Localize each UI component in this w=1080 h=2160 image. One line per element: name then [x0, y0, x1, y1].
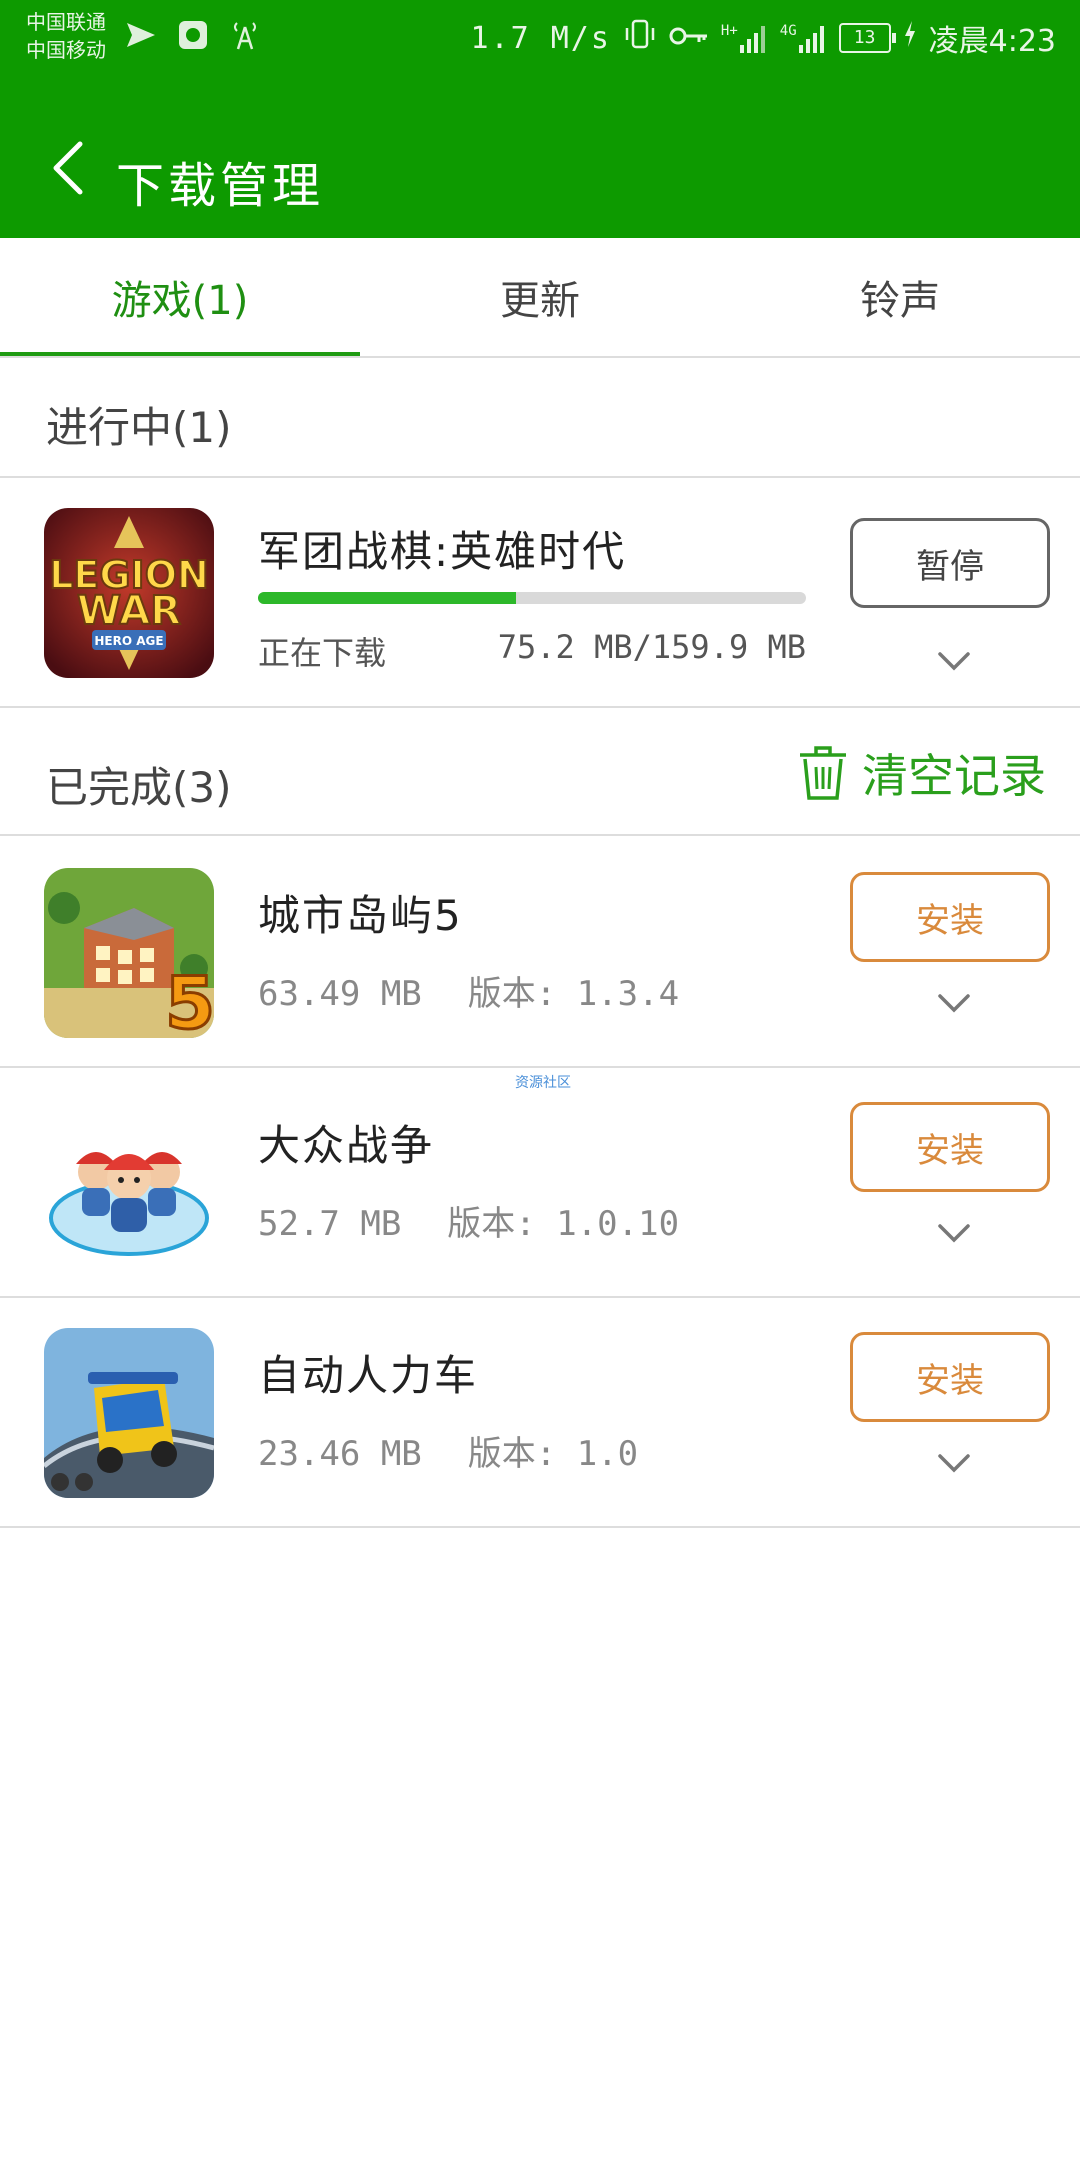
tab-bar: 游戏(1) 更新 铃声: [0, 238, 1080, 358]
app-name: 军团战棋:英雄时代: [258, 527, 627, 576]
app-meta: 23.46 MB 版本: 1.0: [258, 1426, 638, 1475]
signal-1-icon: H+: [721, 23, 768, 53]
app-name: 城市岛屿5: [258, 891, 463, 940]
status-bar: 中国联通 中国移动 1.7 M/s H+ 4G 13 凌晨4:23: [0, 0, 1080, 74]
chevron-down-icon[interactable]: [934, 646, 974, 676]
chevron-down-icon[interactable]: [934, 1448, 974, 1478]
completed-title: 已完成(3): [46, 763, 232, 812]
legion-war-icon: LEGION WAR HERO AGE: [44, 508, 214, 678]
status-right: 1.7 M/s H+ 4G 13 凌晨4:23: [470, 16, 1056, 60]
tuktuk-icon: [44, 1328, 214, 1498]
network-speed: 1.7 M/s: [470, 20, 611, 56]
people-war-icon: [44, 1098, 214, 1268]
app-size: 52.7 MB: [258, 1204, 402, 1244]
page-title: 下载管理: [116, 158, 325, 214]
chevron-down-icon[interactable]: [934, 1218, 974, 1248]
tab-ringtones[interactable]: 铃声: [720, 238, 1080, 356]
battery-icon: 13: [838, 23, 896, 53]
carrier-info: 中国联通 中国移动: [26, 8, 106, 64]
tab-updates[interactable]: 更新: [360, 238, 720, 356]
svg-text:HERO AGE: HERO AGE: [94, 634, 163, 648]
back-button[interactable]: [40, 138, 96, 198]
download-progress-fill: [258, 592, 516, 604]
install-button[interactable]: 安装: [850, 872, 1050, 962]
carrier-2: 中国移动: [26, 38, 106, 62]
notification-icons: [124, 18, 262, 52]
trash-icon: [800, 746, 846, 800]
city-island-icon: 5: [44, 868, 214, 1038]
completed-header: 已完成(3) 清空记录: [0, 716, 1080, 836]
app-name: 自动人力车: [258, 1351, 479, 1400]
app-meta: 63.49 MB 版本: 1.3.4: [258, 966, 679, 1015]
vibrate-icon: [623, 18, 657, 58]
network-1-label: H+: [720, 23, 738, 39]
clear-records-label: 清空记录: [862, 749, 1046, 803]
download-size: 75.2 MB/159.9 MB: [497, 628, 806, 666]
svg-text:5: 5: [165, 961, 214, 1038]
app-store-icon: [176, 18, 210, 52]
send-icon: [124, 18, 158, 52]
network-2-label: 4G: [779, 23, 797, 39]
battery-level: 13: [853, 27, 876, 48]
signal-2-icon: 4G: [780, 23, 827, 53]
app-meta: 52.7 MB 版本: 1.0.10: [258, 1196, 679, 1245]
back-arrow-icon: [53, 141, 83, 195]
completed-item-row[interactable]: 大众战争 52.7 MB 版本: 1.0.10 安装: [0, 1068, 1080, 1298]
charging-icon: [903, 20, 917, 56]
download-row[interactable]: LEGION WAR HERO AGE 军团战棋:英雄时代 正在下载 75.2 …: [0, 478, 1080, 708]
download-progress-bar: [258, 592, 806, 604]
download-status: 正在下载: [258, 634, 387, 672]
app-version: 版本: 1.0.10: [447, 1204, 680, 1244]
completed-item-row[interactable]: 自动人力车 23.46 MB 版本: 1.0 安装: [0, 1298, 1080, 1528]
tab-indicator: [0, 352, 360, 356]
chevron-down-icon[interactable]: [934, 988, 974, 1018]
app-size: 63.49 MB: [258, 974, 422, 1014]
clock: 凌晨4:23: [928, 24, 1056, 59]
app-size: 23.46 MB: [258, 1434, 422, 1474]
svg-text:WAR: WAR: [77, 588, 181, 634]
in-progress-title: 进行中(1): [46, 403, 232, 452]
pause-button[interactable]: 暂停: [850, 518, 1050, 608]
carrier-1: 中国联通: [26, 10, 106, 34]
hotspot-icon: [228, 18, 262, 52]
app-version: 版本: 1.0: [467, 1434, 639, 1474]
clear-records-button[interactable]: 清空记录: [796, 740, 1046, 806]
watermark: 资源社区: [515, 1075, 571, 1091]
install-button[interactable]: 安装: [850, 1332, 1050, 1422]
app-version: 版本: 1.3.4: [467, 974, 680, 1014]
completed-item-row[interactable]: 5 城市岛屿5 63.49 MB 版本: 1.3.4 安装: [0, 838, 1080, 1068]
app-name: 大众战争: [258, 1121, 435, 1170]
title-bar: 下载管理: [0, 100, 1080, 238]
install-button[interactable]: 安装: [850, 1102, 1050, 1192]
key-icon: [669, 21, 709, 56]
in-progress-header: 进行中(1): [0, 358, 1080, 478]
tab-games[interactable]: 游戏(1): [0, 238, 360, 356]
